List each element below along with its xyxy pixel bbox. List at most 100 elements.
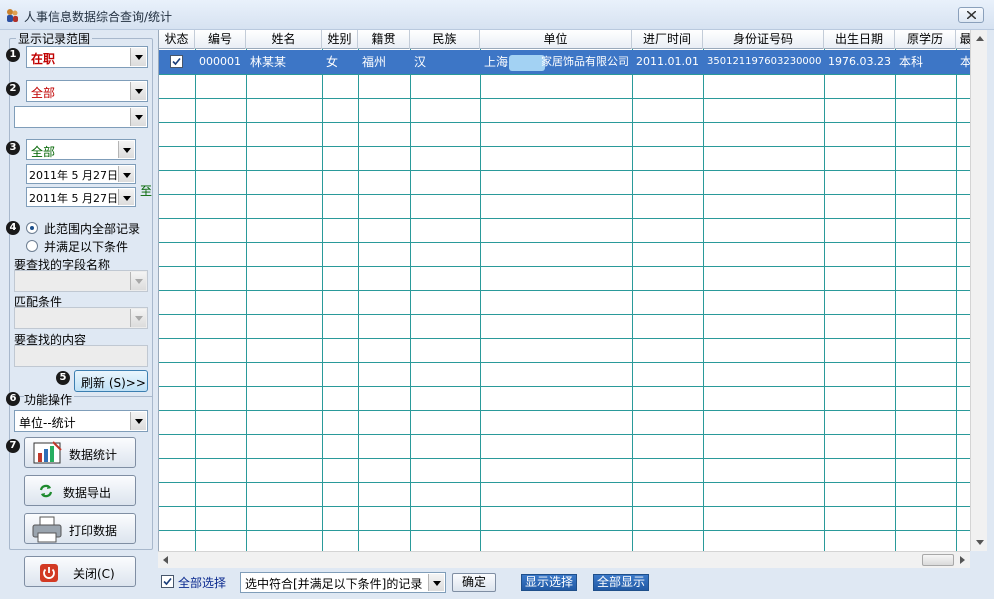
step-1-badge: 1 (6, 48, 20, 62)
selection-mode-select[interactable]: 选中符合[并满足以下条件]的记录 (240, 572, 446, 593)
redacted-text (509, 55, 545, 71)
chevron-down-icon[interactable] (130, 82, 146, 100)
cell-join-date: 2011.01.01 (636, 55, 699, 68)
scroll-down-icon[interactable] (976, 540, 984, 545)
match-condition-select[interactable] (14, 307, 148, 329)
grid-row-line (159, 482, 970, 483)
cell-name: 林某某 (250, 55, 287, 69)
col-header-education[interactable]: 原学历 (895, 30, 956, 49)
refresh-arrows-icon (39, 484, 53, 498)
close-button[interactable]: 关闭(C) (24, 556, 136, 587)
data-export-label: 数据导出 (63, 486, 112, 500)
cell-hometown: 福州 (362, 55, 387, 69)
status-select[interactable]: 在职 (26, 46, 148, 68)
data-export-button[interactable]: 数据导出 (24, 475, 136, 506)
grid-row-line (159, 74, 970, 75)
confirm-button[interactable]: 确定 (452, 573, 496, 592)
cell-unit-suffix: 家居饰品有限公司 (541, 55, 629, 68)
col-header-name[interactable]: 姓名 (246, 30, 322, 49)
functions-title: 功能操作 (24, 391, 75, 408)
vertical-scrollbar[interactable] (970, 30, 987, 551)
select-all-label[interactable]: 全部选择 (178, 574, 226, 591)
printer-icon (32, 516, 62, 543)
date-range-to-label: 至 (140, 184, 153, 198)
col-header-unit[interactable]: 单位 (480, 30, 632, 49)
chevron-down-icon[interactable] (428, 574, 444, 591)
date-type-select[interactable]: 全部 (26, 139, 136, 160)
operation-select[interactable]: 单位--统计 (14, 410, 148, 432)
app-icon (7, 9, 18, 22)
chevron-down-icon[interactable] (130, 48, 146, 66)
title-bar: 人事信息数据综合查询/统计 (0, 0, 994, 30)
horizontal-scrollbar[interactable] (158, 551, 970, 568)
date-type-select-value: 全部 (31, 145, 56, 159)
date-to-value: 2011年 5 月27日 (29, 192, 118, 205)
check-icon (163, 577, 172, 586)
power-icon (40, 564, 58, 582)
scroll-left-icon[interactable] (163, 556, 168, 564)
department-select[interactable]: 全部 (26, 80, 148, 102)
display-range-title: 显示记录范围 (16, 30, 93, 47)
grid-column-line (410, 49, 411, 551)
col-header-join-date[interactable]: 进厂时间 (632, 30, 703, 49)
bottom-toolbar: 全部选择 选中符合[并满足以下条件]的记录 确定 显示选择 全部显示 (158, 570, 994, 599)
col-header-id-number[interactable]: 身份证号码 (703, 30, 824, 49)
radio-all-records[interactable] (26, 222, 38, 234)
col-header-last[interactable]: 最 (956, 30, 970, 49)
grid-row-line (159, 434, 970, 435)
grid-column-line (480, 49, 481, 551)
chart-icon (33, 441, 62, 464)
scroll-up-icon[interactable] (976, 36, 984, 41)
show-all-button[interactable]: 全部显示 (593, 574, 649, 591)
cell-unit-prefix: 上海 (484, 55, 509, 69)
grid-column-line (246, 49, 247, 551)
data-statistics-button[interactable]: 数据统计 (24, 437, 136, 468)
search-content-input[interactable] (14, 345, 148, 367)
print-data-button[interactable]: 打印数据 (24, 513, 136, 544)
refresh-button-label: 刷新 (S)>> (81, 376, 146, 390)
chevron-down-icon[interactable] (130, 272, 146, 290)
cell-ethnicity: 汉 (414, 55, 427, 69)
grid-column-line (956, 49, 957, 551)
field-name-select[interactable] (14, 270, 148, 292)
refresh-button[interactable]: 刷新 (S)>> (74, 370, 148, 392)
grid-header: 状态 编号 姓名 姓别 籍贯 民族 单位 进厂时间 身份证号码 出生日期 原学历… (159, 30, 970, 49)
step-6-badge: 6 (6, 392, 20, 406)
select-all-checkbox[interactable] (161, 575, 174, 588)
radio-match-conditions-label: 并满足以下条件 (44, 240, 129, 254)
col-header-id[interactable]: 编号 (195, 30, 246, 49)
col-header-status[interactable]: 状态 (159, 30, 195, 49)
chevron-down-icon[interactable] (130, 108, 146, 126)
col-header-hometown[interactable]: 籍贯 (358, 30, 410, 49)
horizontal-scroll-thumb[interactable] (922, 554, 954, 566)
scroll-right-icon[interactable] (960, 556, 965, 564)
col-header-ethnicity[interactable]: 民族 (410, 30, 480, 49)
department-select-value: 全部 (31, 86, 56, 100)
status-select-value: 在职 (31, 52, 56, 66)
print-data-label: 打印数据 (69, 524, 118, 538)
cell-gender: 女 (326, 55, 339, 69)
radio-match-conditions[interactable] (26, 240, 38, 252)
chevron-down-icon[interactable] (118, 141, 134, 158)
row-checkbox[interactable] (170, 55, 183, 68)
col-header-gender[interactable]: 姓别 (322, 30, 358, 49)
step-7-badge: 7 (6, 439, 20, 453)
step-3-badge: 3 (6, 141, 20, 155)
col-header-birth-date[interactable]: 出生日期 (824, 30, 895, 49)
cell-id-number: 350121197603230000 (707, 56, 822, 67)
window-close-button[interactable] (958, 7, 984, 23)
chevron-down-icon[interactable] (118, 189, 134, 205)
date-to-picker[interactable]: 2011年 5 月27日 (26, 187, 136, 207)
grid-column-line (632, 49, 633, 551)
chevron-down-icon[interactable] (130, 309, 146, 327)
show-selected-button[interactable]: 显示选择 (521, 574, 577, 591)
records-grid[interactable]: 状态 编号 姓名 姓别 籍贯 民族 单位 进厂时间 身份证号码 出生日期 原学历… (158, 30, 970, 551)
chevron-down-icon[interactable] (130, 412, 146, 430)
table-row[interactable]: 000001 林某某 女 福州 汉 上海 家居饰品有限公司 2011.01.01… (159, 50, 970, 74)
cell-last: 本 (956, 50, 970, 74)
date-from-picker[interactable]: 2011年 5 月27日 (26, 164, 136, 184)
sub-department-select[interactable] (14, 106, 148, 128)
grid-column-line (358, 49, 359, 551)
chevron-down-icon[interactable] (118, 166, 134, 182)
filter-panel: 显示记录范围 1 在职 2 全部 3 全部 2011年 5 月27日 2011年… (6, 30, 156, 599)
